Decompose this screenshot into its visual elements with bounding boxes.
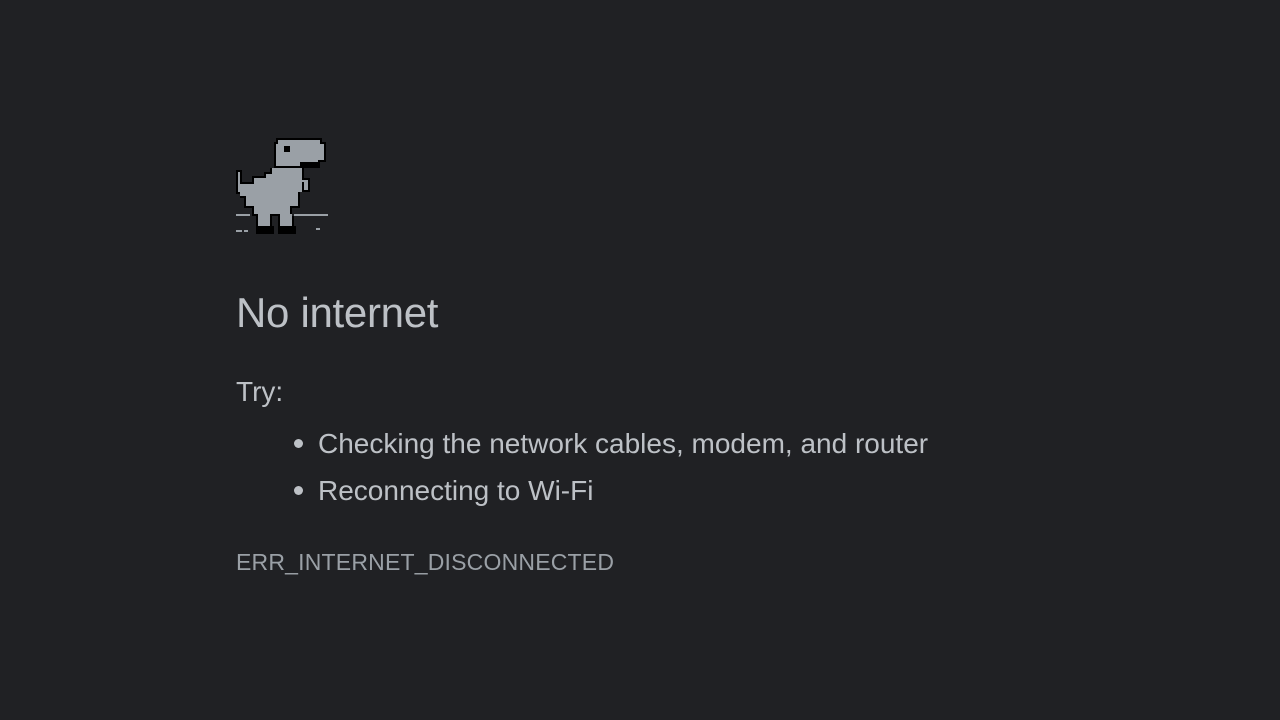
- suggestion-text: Reconnecting to Wi-Fi: [318, 475, 594, 506]
- offline-page: No internet Try: Checking the network ca…: [236, 138, 1136, 577]
- page-title: No internet: [236, 289, 439, 336]
- suggestion-item: Checking the network cables, modem, and …: [292, 420, 1136, 467]
- bullet-icon: [294, 439, 303, 448]
- error-code: ERR_INTERNET_DISCONNECTED: [236, 549, 615, 575]
- try-label: Try:: [236, 376, 284, 407]
- suggestion-text: Checking the network cables, modem, and …: [318, 428, 929, 459]
- suggestions-list: Checking the network cables, modem, and …: [236, 420, 1136, 514]
- suggestion-item: Reconnecting to Wi-Fi: [292, 467, 1136, 514]
- offline-dino-icon[interactable]: [236, 138, 328, 236]
- bullet-icon: [294, 486, 303, 495]
